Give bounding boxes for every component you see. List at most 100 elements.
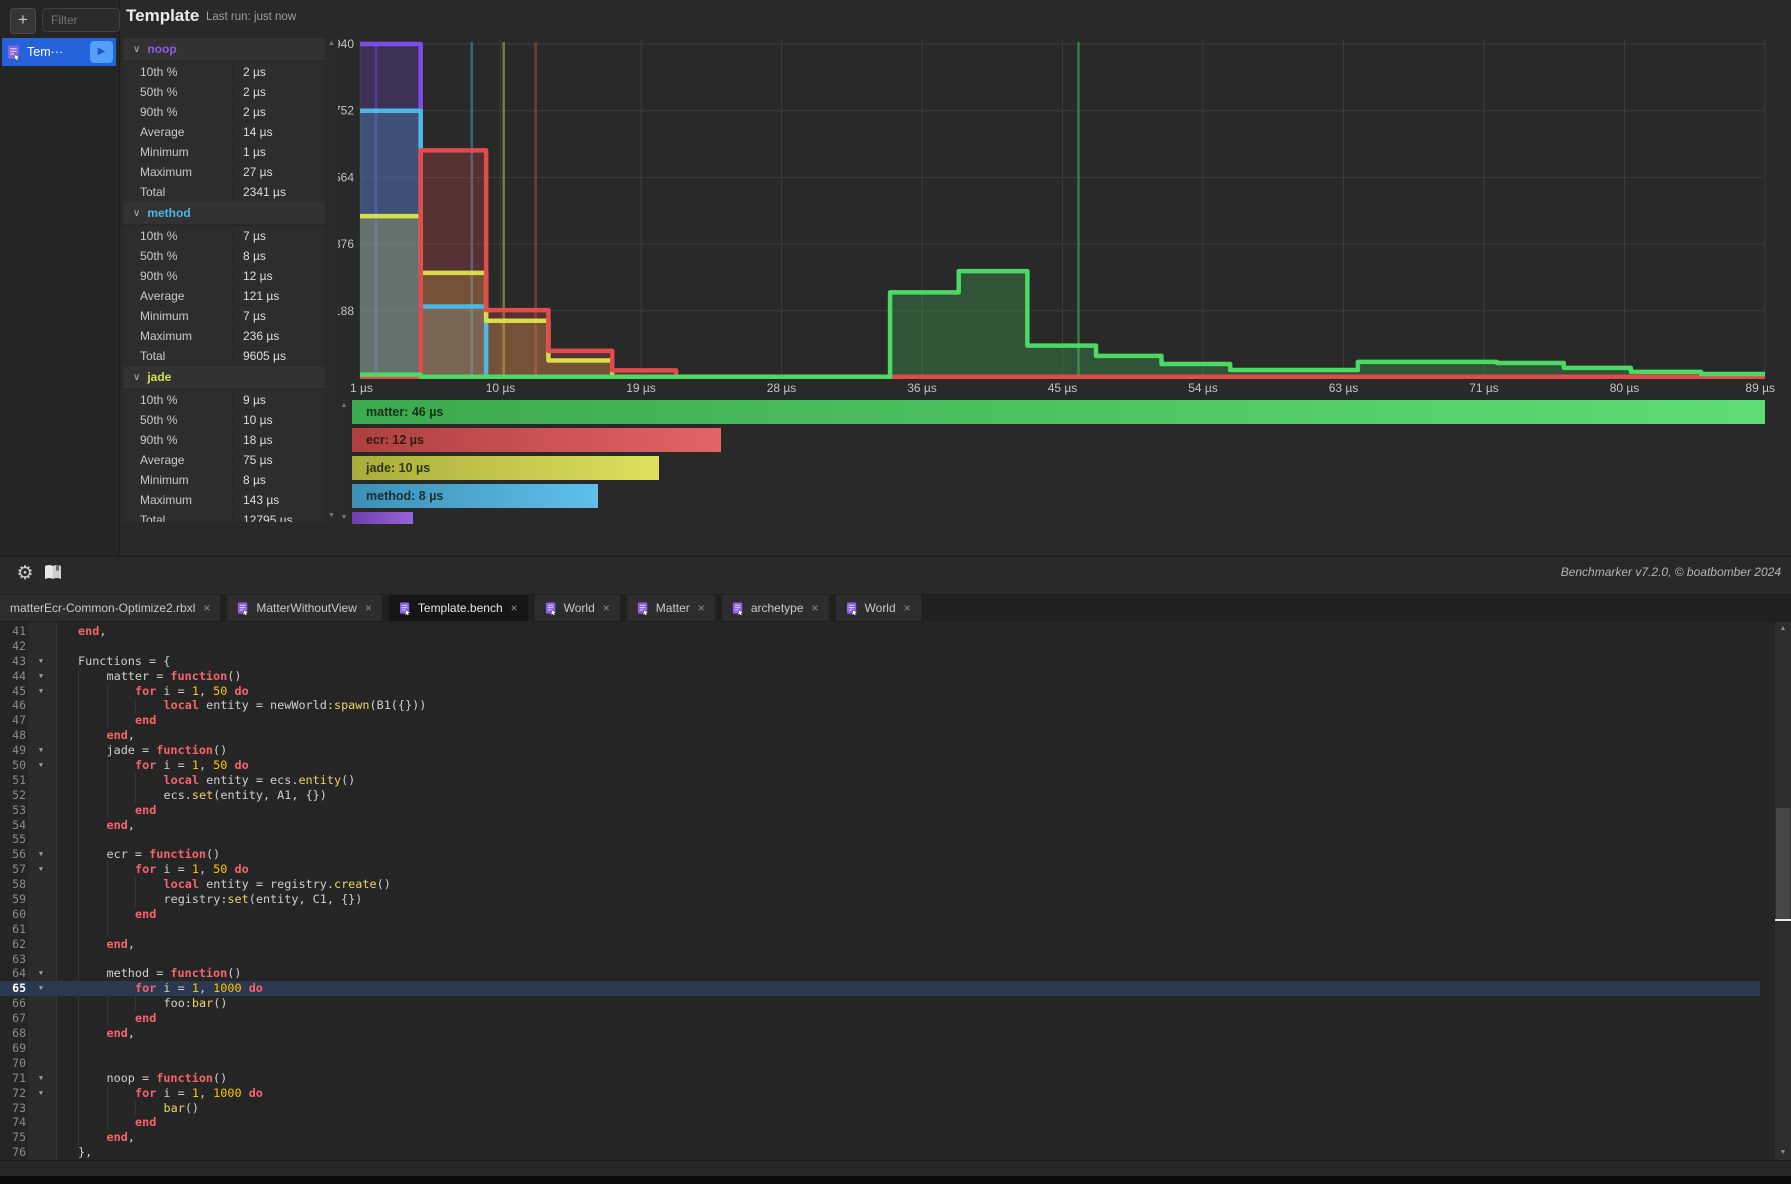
code-line[interactable]: 68end, <box>0 1026 1760 1041</box>
scroll-down-icon[interactable]: ▼ <box>328 510 335 522</box>
code-line[interactable]: 60end <box>0 907 1760 922</box>
close-icon[interactable]: × <box>603 601 610 615</box>
code-line[interactable]: 71▼noop = function() <box>0 1071 1760 1086</box>
fold-arrow-icon[interactable]: ▼ <box>26 1071 56 1086</box>
code-line[interactable]: 58local entity = registry.create() <box>0 877 1760 892</box>
benchmarker-screen: + Tem··· ▶ Template Last run: just now ∨… <box>0 0 1791 1184</box>
indent-guide <box>56 639 78 654</box>
scroll-up-icon[interactable]: ▲ <box>1775 622 1791 636</box>
tab-matterEcr-Common-Optimize2.rbxl[interactable]: matterEcr-Common-Optimize2.rbxl× <box>0 595 220 621</box>
fold-arrow-icon[interactable]: ▼ <box>26 1086 56 1101</box>
tab-World[interactable]: World× <box>836 595 921 621</box>
code-line[interactable]: 43▼Functions = { <box>0 654 1760 669</box>
close-icon[interactable]: × <box>698 601 705 615</box>
tab-MatterWithoutView[interactable]: MatterWithoutView× <box>227 595 382 621</box>
code-line[interactable]: 63 <box>0 952 1760 967</box>
code-token: end <box>135 1011 156 1025</box>
code-line[interactable]: 54end, <box>0 818 1760 833</box>
close-icon[interactable]: × <box>904 601 911 615</box>
stats-section-header-noop[interactable]: ∨noop <box>123 38 325 60</box>
code-line[interactable]: 53end <box>0 803 1760 818</box>
code-line[interactable]: 46local entity = newWorld:spawn(B1({})) <box>0 698 1760 713</box>
code-token: i = <box>156 1086 192 1100</box>
code-line[interactable]: 56▼ecr = function() <box>0 847 1760 862</box>
code-line[interactable]: 50▼for i = 1, 50 do <box>0 758 1760 773</box>
tab-archetype[interactable]: archetype× <box>722 595 829 621</box>
code-line[interactable]: 45▼for i = 1, 50 do <box>0 684 1760 699</box>
code-line[interactable]: 55 <box>0 832 1760 847</box>
scroll-down-icon[interactable]: ▼ <box>1775 1146 1791 1160</box>
close-icon[interactable]: × <box>511 601 518 615</box>
legend-scrollbar[interactable]: ▲ ▼ <box>338 400 350 524</box>
run-benchmark-button[interactable]: ▶ <box>90 41 113 63</box>
scroll-up-icon[interactable]: ▲ <box>341 400 348 412</box>
indent-guide <box>78 1056 107 1071</box>
code-line[interactable]: 70 <box>0 1056 1760 1071</box>
close-icon[interactable]: × <box>812 601 819 615</box>
fold-arrow-icon[interactable]: ▼ <box>26 669 56 684</box>
code-line[interactable]: 76}, <box>0 1145 1760 1160</box>
code-line[interactable]: 52ecs.set(entity, A1, {}) <box>0 788 1760 803</box>
fold-arrow-icon[interactable]: ▼ <box>26 684 56 699</box>
settings-gear-icon[interactable]: ⚙ <box>12 561 38 587</box>
stat-row: Maximum143 µs <box>123 490 325 509</box>
add-benchmark-button[interactable]: + <box>10 8 36 34</box>
stat-value: 18 µs <box>232 433 325 447</box>
legend-bar-method: method: 8 µs <box>352 484 598 508</box>
docs-book-icon[interactable] <box>42 563 66 585</box>
fold-arrow-icon[interactable]: ▼ <box>26 862 56 877</box>
code-line[interactable]: 62end, <box>0 937 1760 952</box>
stats-section-header-jade[interactable]: ∨jade <box>123 366 325 388</box>
close-icon[interactable]: × <box>203 601 210 615</box>
script-icon <box>545 602 558 615</box>
code-line[interactable]: 42 <box>0 639 1760 654</box>
scroll-down-icon[interactable]: ▼ <box>341 512 348 524</box>
code-line[interactable]: 69 <box>0 1041 1760 1056</box>
fold-arrow-icon[interactable]: ▼ <box>26 654 56 669</box>
code-token: (entity, A1, {}) <box>213 788 327 802</box>
fold-arrow-icon[interactable]: ▼ <box>26 743 56 758</box>
code-line[interactable]: 66foo:bar() <box>0 996 1760 1011</box>
stat-row: 90th %12 µs <box>123 266 325 285</box>
code-line[interactable]: 61 <box>0 922 1760 937</box>
stat-label: Total <box>123 185 232 199</box>
tab-label: World <box>564 601 595 615</box>
tab-Matter[interactable]: Matter× <box>627 595 715 621</box>
editor-horizontal-scrollbar[interactable] <box>0 1160 1791 1177</box>
indent-guide <box>56 1101 78 1116</box>
code-line[interactable]: 49▼jade = function() <box>0 743 1760 758</box>
indent-guide <box>56 788 78 803</box>
fold-arrow-icon[interactable]: ▼ <box>26 981 56 996</box>
code-line[interactable]: 41end, <box>0 624 1760 639</box>
code-line[interactable]: 51local entity = ecs.entity() <box>0 773 1760 788</box>
scroll-up-icon[interactable]: ▲ <box>328 38 335 50</box>
tab-Template.bench[interactable]: Template.bench× <box>389 595 528 621</box>
indent-guide <box>78 684 107 699</box>
code-line[interactable]: 57▼for i = 1, 50 do <box>0 862 1760 877</box>
editor-scrollbar[interactable]: ▲ ▼ <box>1775 622 1791 1160</box>
filter-input[interactable] <box>42 8 120 32</box>
code-line[interactable]: 72▼for i = 1, 1000 do <box>0 1086 1760 1101</box>
code-line[interactable]: 59registry:set(entity, C1, {}) <box>0 892 1760 907</box>
code-line[interactable]: 48end, <box>0 728 1760 743</box>
fold-arrow-icon[interactable]: ▼ <box>26 966 56 981</box>
code-line[interactable]: 64▼method = function() <box>0 966 1760 981</box>
fold-arrow-icon[interactable]: ▼ <box>26 847 56 862</box>
code-line[interactable]: 74end <box>0 1115 1760 1130</box>
code-line[interactable]: 73bar() <box>0 1101 1760 1116</box>
code-line-current[interactable]: 65▼for i = 1, 1000 do <box>0 981 1760 996</box>
fold-arrow-icon[interactable]: ▼ <box>26 758 56 773</box>
code-editor[interactable]: 41end,4243▼Functions = {44▼matter = func… <box>0 622 1791 1160</box>
stats-scrollbar[interactable]: ▲ ▼ <box>325 38 338 522</box>
stats-section-header-method[interactable]: ∨method <box>123 202 325 224</box>
code-line[interactable]: 67end <box>0 1011 1760 1026</box>
stat-label: 10th % <box>123 393 232 407</box>
scrollbar-thumb[interactable] <box>1776 808 1790 920</box>
code-line[interactable]: 47end <box>0 713 1760 728</box>
y-tick-label: 376 <box>338 237 354 251</box>
tab-World[interactable]: World × <box>535 595 620 621</box>
code-line[interactable]: 44▼matter = function() <box>0 669 1760 684</box>
benchmark-list-item[interactable]: Tem··· ▶ <box>2 38 116 66</box>
close-icon[interactable]: × <box>365 601 372 615</box>
code-line[interactable]: 75end, <box>0 1130 1760 1145</box>
